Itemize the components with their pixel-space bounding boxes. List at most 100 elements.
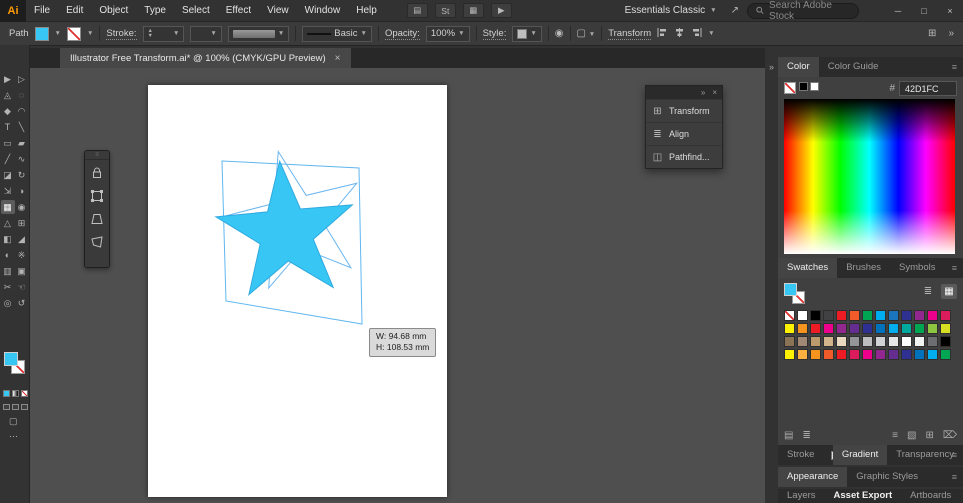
color-swatch[interactable] xyxy=(940,336,951,347)
close-tab-icon[interactable]: × xyxy=(335,53,341,64)
mesh-tool[interactable]: ⊞ xyxy=(15,216,29,230)
color-spectrum[interactable] xyxy=(784,99,955,254)
tab-color[interactable]: Color xyxy=(778,57,819,77)
collapse-dock-icon[interactable]: » xyxy=(765,57,778,77)
color-swatch[interactable] xyxy=(797,323,808,334)
color-swatch[interactable] xyxy=(901,336,912,347)
perspective-distort-button[interactable] xyxy=(87,209,107,229)
color-swatch[interactable] xyxy=(836,310,847,321)
panel-menu-icon[interactable]: ≡ xyxy=(952,472,957,482)
menu-effect[interactable]: Effect xyxy=(218,5,259,16)
none-button[interactable] xyxy=(21,390,28,397)
color-swatch[interactable] xyxy=(810,323,821,334)
grid-view-icon[interactable]: ▦ xyxy=(941,284,957,299)
edit-toolbar-icon[interactable]: ⋯ xyxy=(9,431,18,442)
share-icon[interactable]: ▶ xyxy=(490,3,512,18)
arrange-documents-icon[interactable]: ▦ xyxy=(462,3,484,18)
artboard-tool[interactable]: ▣ xyxy=(15,264,29,278)
free-transform-tool[interactable]: ▦ xyxy=(0,200,15,214)
tab-symbols[interactable]: Symbols xyxy=(890,258,944,278)
eyedropper-tool[interactable]: ◢ xyxy=(15,232,29,246)
color-swatch[interactable] xyxy=(940,310,951,321)
magic-wand-tool[interactable]: ◬ xyxy=(1,88,15,102)
collapse-controlbar-icon[interactable]: » xyxy=(948,28,954,39)
gradient-tool[interactable]: ◧ xyxy=(1,232,15,246)
widget-grip-icon[interactable]: ≡ xyxy=(85,151,109,160)
color-swatch[interactable] xyxy=(849,323,860,334)
fill-indicator[interactable] xyxy=(784,283,797,296)
free-transform-button[interactable] xyxy=(87,186,107,206)
color-swatch[interactable] xyxy=(862,323,873,334)
perspective-grid-tool[interactable]: △ xyxy=(1,216,15,230)
swatch-libraries-icon[interactable]: ▤ xyxy=(784,430,793,441)
star-shape[interactable] xyxy=(214,159,354,297)
zoom-tool[interactable]: ◎ xyxy=(1,296,15,310)
pencil-tool[interactable]: ╱ xyxy=(1,152,15,166)
selection-tool[interactable]: ▶ xyxy=(1,72,15,86)
menu-select[interactable]: Select xyxy=(174,5,218,16)
tab-layers[interactable]: Layers xyxy=(778,489,825,503)
panel-menu-icon[interactable]: ≡ xyxy=(952,263,957,273)
new-color-group-icon[interactable]: ▧ xyxy=(907,430,916,441)
color-swatch[interactable] xyxy=(875,323,886,334)
none-swatch[interactable] xyxy=(784,82,796,94)
color-swatch[interactable] xyxy=(810,349,821,360)
white-swatch[interactable] xyxy=(810,82,819,91)
column-graph-tool[interactable]: ▥ xyxy=(1,264,15,278)
workspace-switcher[interactable]: Essentials Classic ▼ xyxy=(625,5,717,16)
transform-link[interactable]: Transform xyxy=(608,28,652,40)
color-swatch[interactable] xyxy=(901,323,912,334)
direct-selection-tool[interactable]: ▷ xyxy=(15,72,29,86)
stroke-color-swatch[interactable] xyxy=(66,26,81,41)
tab-artboards[interactable]: Artboards xyxy=(901,489,960,503)
color-swatch[interactable] xyxy=(849,336,860,347)
hex-input[interactable]: 42D1FC xyxy=(899,81,957,96)
curvature-tool[interactable]: ◠ xyxy=(15,104,29,118)
menu-view[interactable]: View xyxy=(259,5,297,16)
canvas[interactable]: W: 94.68 mm H: 108.53 mm ≡ » × ⊞ Transfo… xyxy=(30,68,765,503)
symbol-sprayer-tool[interactable]: ※ xyxy=(15,248,29,262)
color-swatch[interactable] xyxy=(914,336,925,347)
color-swatch[interactable] xyxy=(797,349,808,360)
rotate-view-tool[interactable]: ↺ xyxy=(15,296,29,310)
swatch-kinds-icon[interactable]: ≣ xyxy=(802,430,810,441)
delete-swatch-icon[interactable]: ⌦ xyxy=(943,430,957,441)
color-swatch[interactable] xyxy=(823,323,834,334)
color-swatch[interactable] xyxy=(797,310,808,321)
panel-menu-icon[interactable]: ≡ xyxy=(952,62,957,72)
color-swatch[interactable] xyxy=(927,336,938,347)
color-swatch[interactable] xyxy=(940,323,951,334)
opacity-link[interactable]: Opacity: xyxy=(384,28,420,40)
tab-brushes[interactable]: Brushes xyxy=(837,258,890,278)
tab-appearance[interactable]: Appearance xyxy=(778,467,848,487)
select-similar-icon[interactable]: ▢ ▼ xyxy=(577,28,596,39)
brush-definition-dropdown[interactable]: ▼ xyxy=(227,25,290,42)
document-setup-icon[interactable]: ▤ xyxy=(406,3,428,18)
gpu-performance-icon[interactable]: ↗ xyxy=(731,5,739,16)
artboard[interactable] xyxy=(148,85,447,497)
color-swatch[interactable] xyxy=(823,310,834,321)
color-swatch[interactable] xyxy=(836,336,847,347)
constrain-button[interactable] xyxy=(87,163,107,183)
recolor-artwork-icon[interactable]: ◉ xyxy=(555,28,564,39)
scale-tool[interactable]: ⇲ xyxy=(1,184,15,198)
tab-stroke[interactable]: Stroke xyxy=(778,445,823,465)
rotate-tool[interactable]: ↻ xyxy=(15,168,29,182)
new-swatch-icon[interactable]: ⊞ xyxy=(925,430,933,441)
color-swatch[interactable] xyxy=(901,310,912,321)
align-left-icon[interactable] xyxy=(657,27,668,41)
minimize-button[interactable]: ─ xyxy=(885,0,911,22)
rectangle-tool[interactable]: ▭ xyxy=(1,136,15,150)
style-link[interactable]: Style: xyxy=(482,28,507,40)
eraser-tool[interactable]: ◪ xyxy=(1,168,15,182)
color-swatch[interactable] xyxy=(823,349,834,360)
blend-tool[interactable]: ◐ xyxy=(1,248,15,262)
panel-item-pathfind[interactable]: ◫ Pathfind... xyxy=(646,145,722,168)
color-swatch[interactable] xyxy=(862,336,873,347)
close-button[interactable]: × xyxy=(937,0,963,22)
color-swatch[interactable] xyxy=(784,323,795,334)
stroke-weight-stepper[interactable]: ▲ ▼ ▼ xyxy=(142,25,185,42)
color-swatch[interactable] xyxy=(784,336,795,347)
color-swatch[interactable] xyxy=(927,349,938,360)
lasso-tool[interactable]: ◌ xyxy=(15,88,29,102)
